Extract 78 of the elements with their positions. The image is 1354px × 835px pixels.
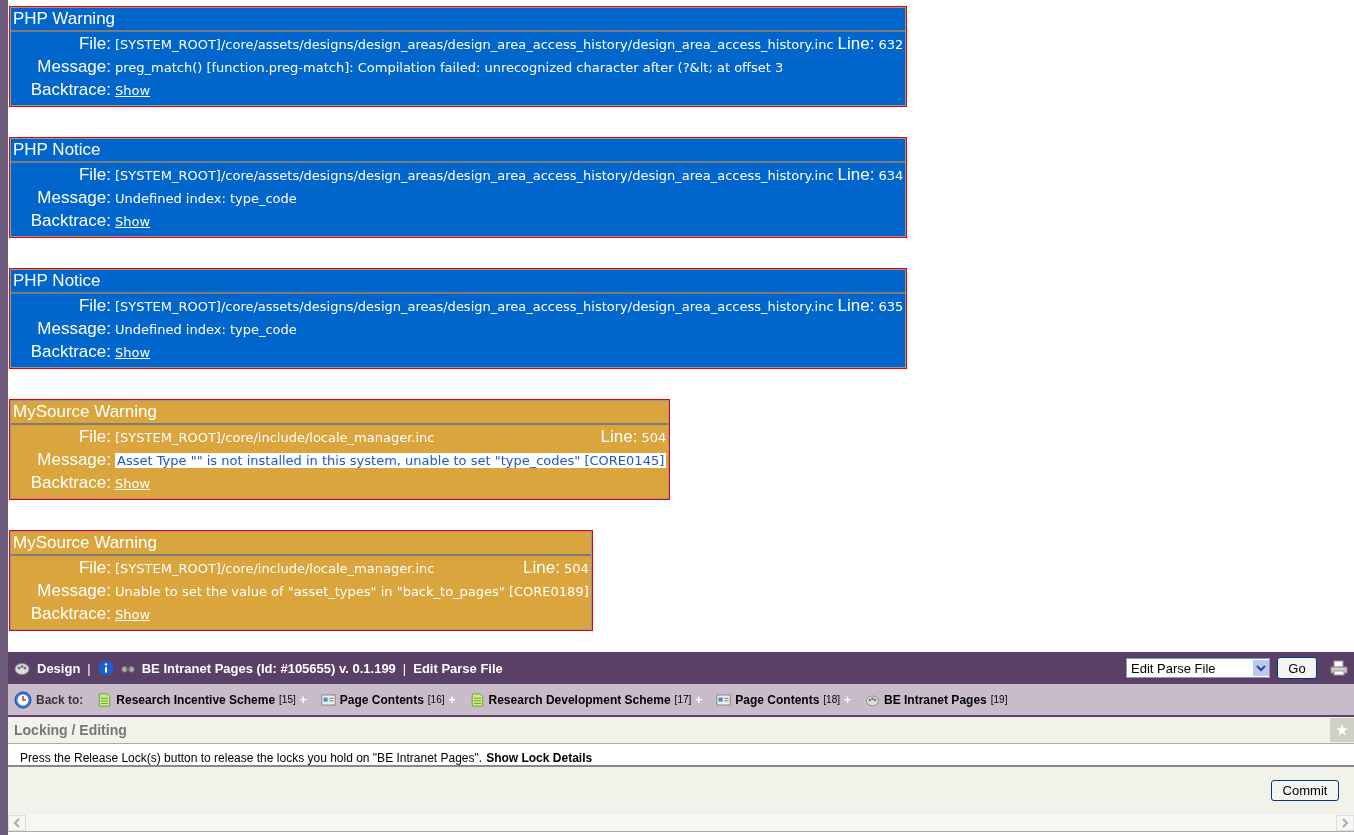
lock-info-text: Press the Release Lock(s) button to release the locks you hold on "BE Intranet Pages".: [20, 751, 483, 765]
line-number: 632: [878, 37, 904, 52]
message-label: Message:: [36, 319, 111, 339]
error-message: Undefined index: type_code: [115, 191, 297, 206]
error-title: PHP Notice: [10, 269, 907, 294]
content-card-icon: [320, 692, 336, 707]
file-label: File:: [77, 165, 111, 185]
caret-icon: [1253, 660, 1269, 676]
file-path: [SYSTEM_ROOT]/core/assets/designs/design_areas/design_area_access_history/design_area_access_history.inc: [115, 37, 834, 52]
show-lock-details-link[interactable]: Show Lock Details: [486, 751, 593, 765]
error-message: Unable to set the value of "asset_types" in "back_to_pages" [CORE0189]: [115, 584, 589, 599]
file-label: File:: [77, 427, 111, 447]
file-path: [SYSTEM_ROOT]/core/include/locale_manager.inc: [115, 430, 436, 445]
separator: |: [87, 660, 91, 676]
line-label: Line:: [837, 296, 875, 316]
backtrace-label: Backtrace:: [29, 604, 111, 624]
breadcrumb-count: [16]: [427, 694, 445, 705]
message-label: Message:: [36, 188, 111, 208]
line-label: Line:: [837, 34, 875, 54]
breadcrumb-link[interactable]: Page Contents: [339, 692, 424, 707]
palette-icon[interactable]: [14, 660, 30, 676]
section-title: Locking / Editing: [13, 722, 127, 738]
message-label: Message:: [36, 57, 111, 77]
separator: |: [402, 660, 407, 676]
file-path: [SYSTEM_ROOT]/core/assets/designs/design_areas/design_area_access_history/design_area_access_history.inc: [115, 168, 834, 183]
message-label: Message:: [36, 450, 111, 470]
go-button[interactable]: Go: [1277, 657, 1317, 679]
error-message: Undefined index: type_code: [115, 322, 297, 337]
line-number: 504: [641, 430, 667, 445]
breadcrumb-count: [15]: [279, 694, 296, 705]
line-label: Line:: [523, 558, 560, 578]
line-label: Line:: [600, 427, 638, 447]
error-message: preg_match() [function.preg-match]: Compilation failed: unrecognized character after (?&lt; at offset 3: [115, 60, 784, 75]
screen-name: Edit Parse File: [413, 660, 503, 676]
line-label: Line:: [837, 165, 875, 185]
scroll-left-icon[interactable]: [8, 814, 26, 831]
breadcrumb-link[interactable]: Research Incentive Scheme: [116, 692, 276, 707]
file-path: [SYSTEM_ROOT]/core/assets/designs/design_areas/design_area_access_history/design_area_access_history.inc: [115, 299, 834, 314]
printer-icon[interactable]: [1330, 660, 1348, 676]
page-icon: [97, 692, 113, 707]
backtrace-label: Backtrace:: [29, 473, 111, 493]
horizontal-scrollbar[interactable]: [8, 813, 1354, 832]
design-link[interactable]: Design: [37, 660, 81, 676]
screen-select[interactable]: Edit Parse File: [1126, 658, 1270, 678]
breadcrumb-link[interactable]: Page Contents: [735, 692, 820, 707]
scroll-right-icon[interactable]: [1336, 814, 1354, 831]
show-backtrace-link[interactable]: Show: [115, 214, 151, 229]
error-title: PHP Warning: [10, 7, 907, 32]
show-backtrace-link[interactable]: Show: [115, 83, 151, 98]
page-icon: [469, 692, 485, 707]
file-label: File:: [77, 558, 111, 578]
clock-icon: [14, 690, 32, 709]
error-title: PHP Notice: [10, 138, 907, 163]
commit-button[interactable]: Commit: [1271, 779, 1339, 801]
error-title: MySource Warning: [10, 531, 592, 556]
file-path: [SYSTEM_ROOT]/core/include/locale_manager.inc: [115, 561, 436, 576]
breadcrumb-count: [18]: [823, 694, 840, 705]
error-message: Asset Type "" is not installed in this system, unable to set "type_codes" [CORE0145]: [115, 453, 667, 468]
breadcrumb-link[interactable]: Research Development Scheme: [488, 692, 671, 707]
back-to-label: Back to:: [36, 692, 84, 707]
breadcrumb-link[interactable]: BE Intranet Pages: [884, 692, 987, 707]
show-backtrace-link[interactable]: Show: [115, 345, 151, 360]
backtrace-label: Backtrace:: [29, 211, 111, 231]
message-label: Message:: [36, 581, 111, 601]
error-title: MySource Warning: [10, 400, 670, 425]
info-icon[interactable]: [97, 660, 114, 676]
content-card-icon: [716, 692, 732, 707]
line-number: 635: [878, 299, 904, 314]
line-number: 504: [563, 561, 589, 576]
breadcrumb-count: [17]: [674, 694, 692, 705]
backtrace-label: Backtrace:: [29, 342, 111, 362]
file-label: File:: [77, 34, 111, 54]
line-number: 634: [878, 168, 904, 183]
file-label: File:: [77, 296, 111, 316]
asset-title: BE Intranet Pages (Id: #105655) v. 0.1.199: [141, 660, 396, 676]
palette-icon: [865, 692, 881, 707]
breadcrumb-count: [19]: [990, 694, 1008, 705]
backtrace-label: Backtrace:: [29, 80, 111, 100]
